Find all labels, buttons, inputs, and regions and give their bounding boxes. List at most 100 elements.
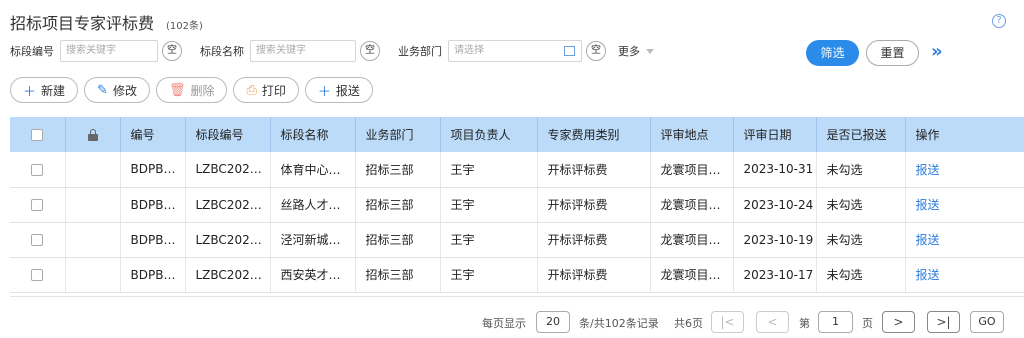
col-header: 操作 xyxy=(905,117,1024,152)
cell-dept: 招标三部 xyxy=(355,152,441,188)
reset-button[interactable]: 重置 xyxy=(866,40,919,66)
select-all-checkbox[interactable] xyxy=(31,129,44,141)
cell-action: 报送 xyxy=(905,152,1024,188)
cell-submitted: 未勾选 xyxy=(816,152,906,188)
cell-place: 龙寰项目… xyxy=(650,187,734,223)
submit-link[interactable]: 报送 xyxy=(916,198,940,212)
go-button[interactable]: GO xyxy=(970,311,1004,333)
row-checkbox[interactable] xyxy=(31,163,44,176)
first-page-button[interactable]: |< xyxy=(711,311,744,333)
filter-bar: 标段编号 搜索关键字 空 标段名称 搜索关键字 空 业务部门 请选择 空 更多 xyxy=(10,39,654,63)
submit-link[interactable]: 报送 xyxy=(916,163,940,177)
total-pages-text: 共6页 xyxy=(674,317,703,330)
next-page-button[interactable]: > xyxy=(882,311,915,333)
cell-code: LZBC202… xyxy=(185,222,271,258)
cell-code: LZBC202… xyxy=(185,152,271,188)
col-header[interactable]: 标段编号 xyxy=(185,117,271,152)
filter-button[interactable]: 筛选 xyxy=(806,40,859,66)
col-header[interactable]: 业务部门 xyxy=(355,117,441,152)
cell-date: 2023-10-17 xyxy=(733,257,817,293)
cell-action: 报送 xyxy=(905,222,1024,258)
submit-link[interactable]: 报送 xyxy=(916,268,940,282)
row-select-cell[interactable] xyxy=(10,187,66,223)
cell-owner: 王宇 xyxy=(440,257,538,293)
select-all-cell[interactable] xyxy=(10,117,66,152)
segment-name-label: 标段名称 xyxy=(200,45,244,58)
per-page-input[interactable]: 20 xyxy=(536,311,570,333)
cell-fee-type: 开标评标费 xyxy=(537,257,651,293)
cell-place: 龙寰项目… xyxy=(650,222,734,258)
cell-submitted: 未勾选 xyxy=(816,222,906,258)
col-header[interactable]: 是否已报送 xyxy=(816,117,906,152)
col-header[interactable]: 专家费用类别 xyxy=(537,117,651,152)
cell-fee-type: 开标评标费 xyxy=(537,187,651,223)
row-checkbox[interactable] xyxy=(31,199,44,211)
cell-date: 2023-10-19 xyxy=(733,222,817,258)
double-chevron-right-icon[interactable]: » xyxy=(931,42,943,62)
cell-code: LZBC202… xyxy=(185,187,271,223)
page-title: 招标项目专家评标费 xyxy=(10,14,155,33)
table-row[interactable]: BDPB… LZBC202… 西安英才… 招标三部 王宇 开标评标费 龙寰项目…… xyxy=(10,257,1024,293)
row-select-cell[interactable] xyxy=(10,257,66,293)
cell-action: 报送 xyxy=(905,187,1024,223)
cell-date: 2023-10-31 xyxy=(733,152,817,188)
last-page-button[interactable]: >| xyxy=(927,311,960,333)
per-page-label: 每页显示 xyxy=(482,317,526,330)
table-row[interactable]: BDPB… LZBC202… 泾河新城… 招标三部 王宇 开标评标费 龙寰项目…… xyxy=(10,222,1024,258)
cell-id: BDPB… xyxy=(120,222,186,258)
submit-label: 报送 xyxy=(335,83,360,98)
table-row[interactable]: BDPB… LZBC202… 丝路人才… 招标三部 王宇 开标评标费 龙寰项目…… xyxy=(10,187,1024,223)
table-header-row: 编号 标段编号 标段名称 业务部门 项目负责人 专家费用类别 评审地点 评审日期… xyxy=(10,117,1024,152)
help-icon[interactable]: ? xyxy=(992,14,1006,28)
segment-name-input[interactable]: 搜索关键字 xyxy=(250,40,356,62)
total-records-text: 条/共102条记录 xyxy=(579,317,659,330)
row-checkbox[interactable] xyxy=(31,234,44,246)
edit-button[interactable]: ✎ 修改 xyxy=(84,77,150,103)
cell-dept: 招标三部 xyxy=(355,257,441,293)
department-label: 业务部门 xyxy=(398,45,442,58)
page-prefix-label: 第 xyxy=(799,317,810,330)
cell-name: 丝路人才… xyxy=(270,187,356,223)
submit-link[interactable]: 报送 xyxy=(916,233,940,247)
row-select-cell[interactable] xyxy=(10,152,66,188)
department-select[interactable]: 请选择 xyxy=(448,40,582,62)
table-row[interactable]: BDPB… LZBC202… 体育中心… 招标三部 王宇 开标评标费 龙寰项目…… xyxy=(10,152,1024,188)
plus-icon: ＋ xyxy=(317,84,331,100)
delete-button[interactable]: 🗑 删除 xyxy=(155,77,228,103)
cell-place: 龙寰项目… xyxy=(650,152,734,188)
table-picker-icon[interactable] xyxy=(564,46,575,56)
print-button[interactable]: ⎙ 打印 xyxy=(233,77,299,103)
action-toolbar: ＋ 新建 ✎ 修改 🗑 删除 ⎙ 打印 ＋ 报送 xyxy=(10,77,379,103)
cell-action: 报送 xyxy=(905,257,1024,293)
new-label: 新建 xyxy=(41,83,66,98)
department-empty-button[interactable]: 空 xyxy=(586,41,606,61)
more-filters-toggle[interactable]: 更多 xyxy=(618,43,654,59)
lock-column xyxy=(65,117,121,152)
lock-icon xyxy=(87,129,98,141)
lock-cell xyxy=(65,222,121,258)
page-number-input[interactable]: 1 xyxy=(818,311,853,333)
segment-code-empty-button[interactable]: 空 xyxy=(162,41,182,61)
segment-name-empty-button[interactable]: 空 xyxy=(360,41,380,61)
pencil-icon: ✎ xyxy=(97,82,108,98)
pagination: 每页显示 20 条/共102条记录 共6页 |< < 第 1 页 > >| GO xyxy=(0,310,1024,334)
prev-page-button[interactable]: < xyxy=(756,311,789,333)
cell-id: BDPB… xyxy=(120,257,186,293)
col-header[interactable]: 标段名称 xyxy=(270,117,356,152)
lock-cell xyxy=(65,187,121,223)
trash-icon: 🗑 xyxy=(168,82,186,98)
cell-fee-type: 开标评标费 xyxy=(537,222,651,258)
col-header[interactable]: 评审日期 xyxy=(733,117,817,152)
submit-button[interactable]: ＋ 报送 xyxy=(304,77,373,103)
row-select-cell[interactable] xyxy=(10,222,66,258)
col-header[interactable]: 编号 xyxy=(120,117,186,152)
plus-icon: ＋ xyxy=(23,84,37,100)
col-header[interactable]: 项目负责人 xyxy=(440,117,538,152)
cell-dept: 招标三部 xyxy=(355,222,441,258)
col-header[interactable]: 评审地点 xyxy=(650,117,734,152)
row-checkbox[interactable] xyxy=(31,269,44,281)
segment-code-label: 标段编号 xyxy=(10,45,54,58)
new-button[interactable]: ＋ 新建 xyxy=(10,77,79,103)
segment-code-input[interactable]: 搜索关键字 xyxy=(60,40,158,62)
edit-label: 修改 xyxy=(112,83,137,98)
